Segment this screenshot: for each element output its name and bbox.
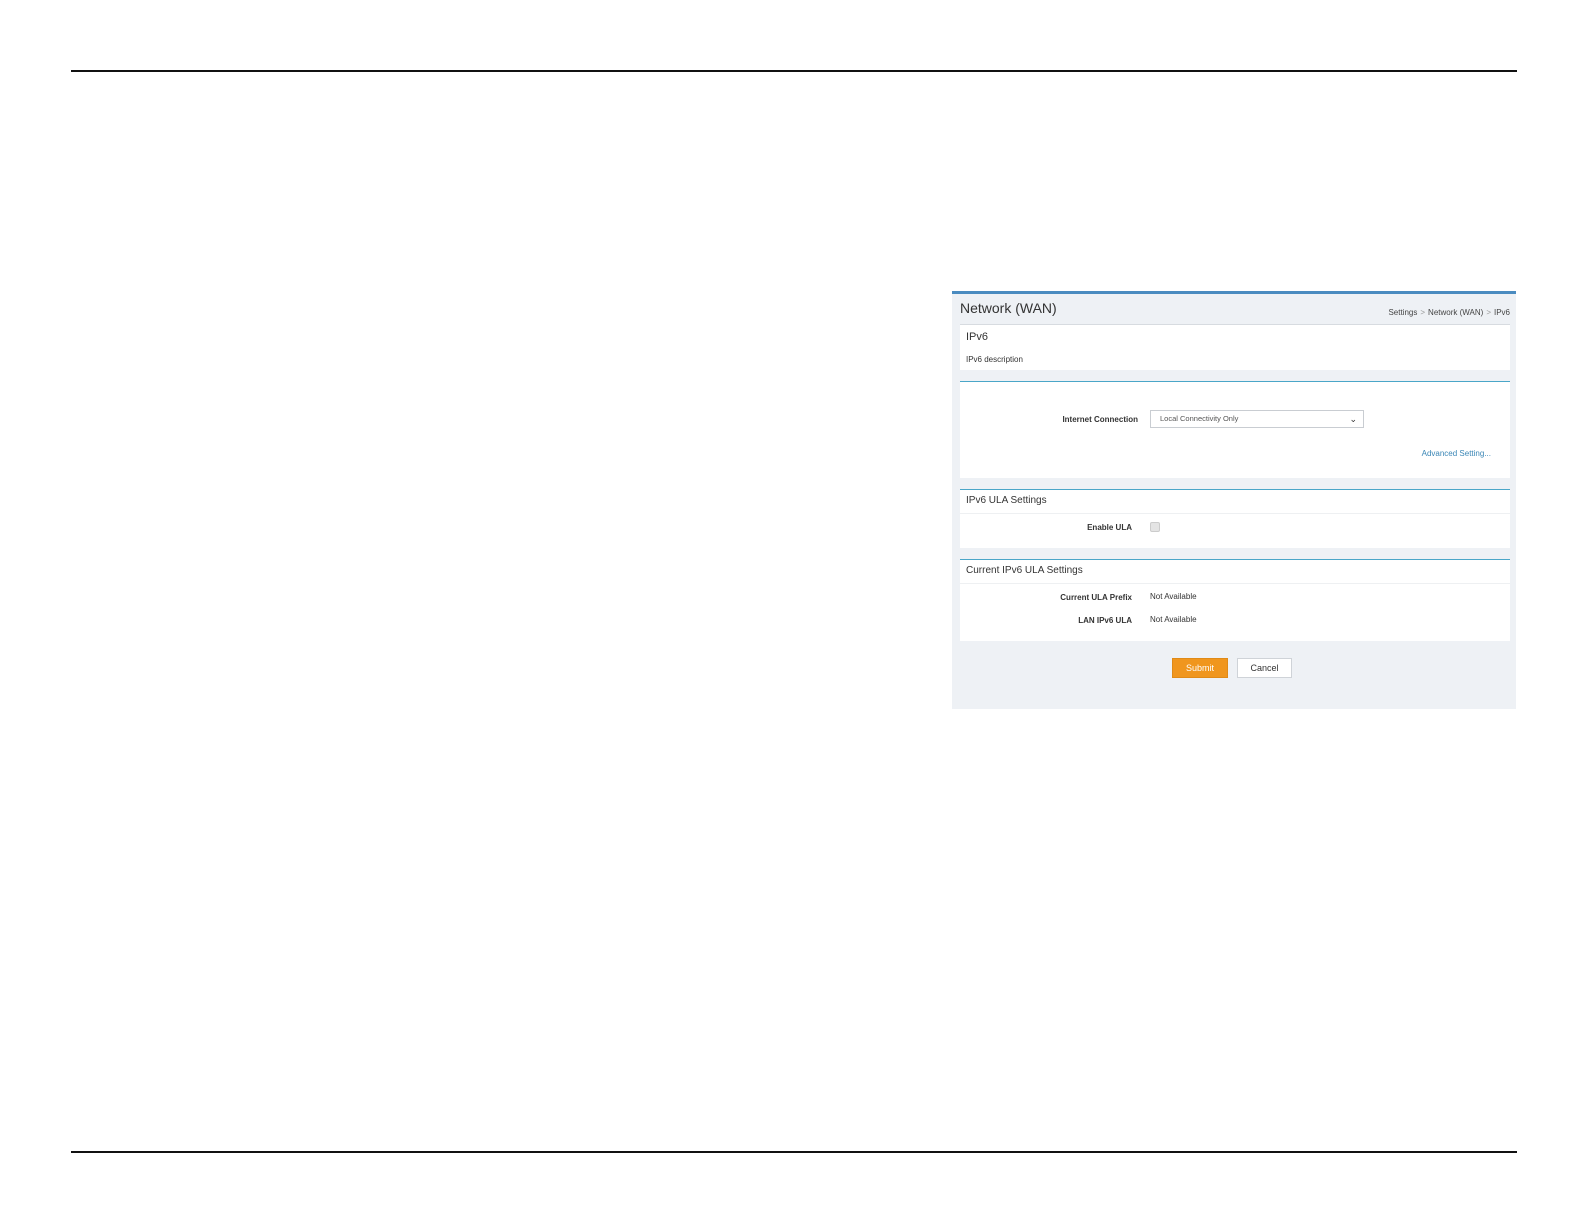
lan-ipv6-ula-value: Not Available: [1150, 615, 1197, 624]
internet-connection-panel: Internet Connection Local Connectivity O…: [960, 381, 1510, 478]
cancel-button[interactable]: Cancel: [1237, 658, 1292, 678]
current-ula-prefix-label: Current ULA Prefix: [1060, 593, 1132, 602]
ipv6-info-panel: IPv6 IPv6 description: [960, 324, 1510, 370]
section-divider: [960, 583, 1510, 584]
internet-connection-label: Internet Connection: [1062, 415, 1138, 424]
router-settings-screenshot: Network (WAN) Settings > Network (WAN) > IPv…: [952, 291, 1516, 709]
breadcrumb-separator: >: [1420, 308, 1426, 317]
enable-ula-label: Enable ULA: [1087, 523, 1132, 532]
ipv6-panel-description: IPv6 description: [966, 355, 1023, 364]
bottom-rule: [71, 1151, 1517, 1153]
manual-page: Network (WAN) Settings > Network (WAN) > IPv…: [0, 0, 1584, 1224]
breadcrumb-ipv6: IPv6: [1493, 308, 1510, 317]
page-title: Network (WAN): [960, 300, 1057, 316]
submit-button[interactable]: Submit: [1172, 658, 1228, 678]
current-ula-settings-panel: Current IPv6 ULA Settings Current ULA Pr…: [960, 559, 1510, 641]
chevron-down-icon: ⌄: [1349, 414, 1357, 424]
page-header: Network (WAN) Settings > Network (WAN) > IPv…: [960, 300, 1510, 324]
breadcrumb-network-wan[interactable]: Network (WAN): [1428, 308, 1483, 317]
current-ula-title: Current IPv6 ULA Settings: [966, 565, 1083, 576]
section-divider: [960, 513, 1510, 514]
breadcrumb-settings[interactable]: Settings: [1388, 308, 1417, 317]
internet-connection-select[interactable]: Local Connectivity Only ⌄: [1150, 410, 1364, 428]
breadcrumb-separator: >: [1486, 308, 1491, 317]
current-ula-prefix-value: Not Available: [1150, 592, 1197, 601]
advanced-setting-link[interactable]: Advanced Setting...: [1422, 449, 1491, 458]
ipv6-ula-settings-panel: IPv6 ULA Settings Enable ULA: [960, 489, 1510, 548]
lan-ipv6-ula-label: LAN IPv6 ULA: [1078, 616, 1132, 625]
ipv6-panel-title: IPv6: [966, 331, 989, 343]
breadcrumb: Settings > Network (WAN) > IPv6: [1388, 308, 1510, 317]
top-rule: [71, 70, 1517, 72]
enable-ula-checkbox[interactable]: [1150, 522, 1160, 532]
ula-settings-title: IPv6 ULA Settings: [966, 495, 1047, 506]
internet-connection-value: Local Connectivity Only: [1160, 414, 1239, 423]
